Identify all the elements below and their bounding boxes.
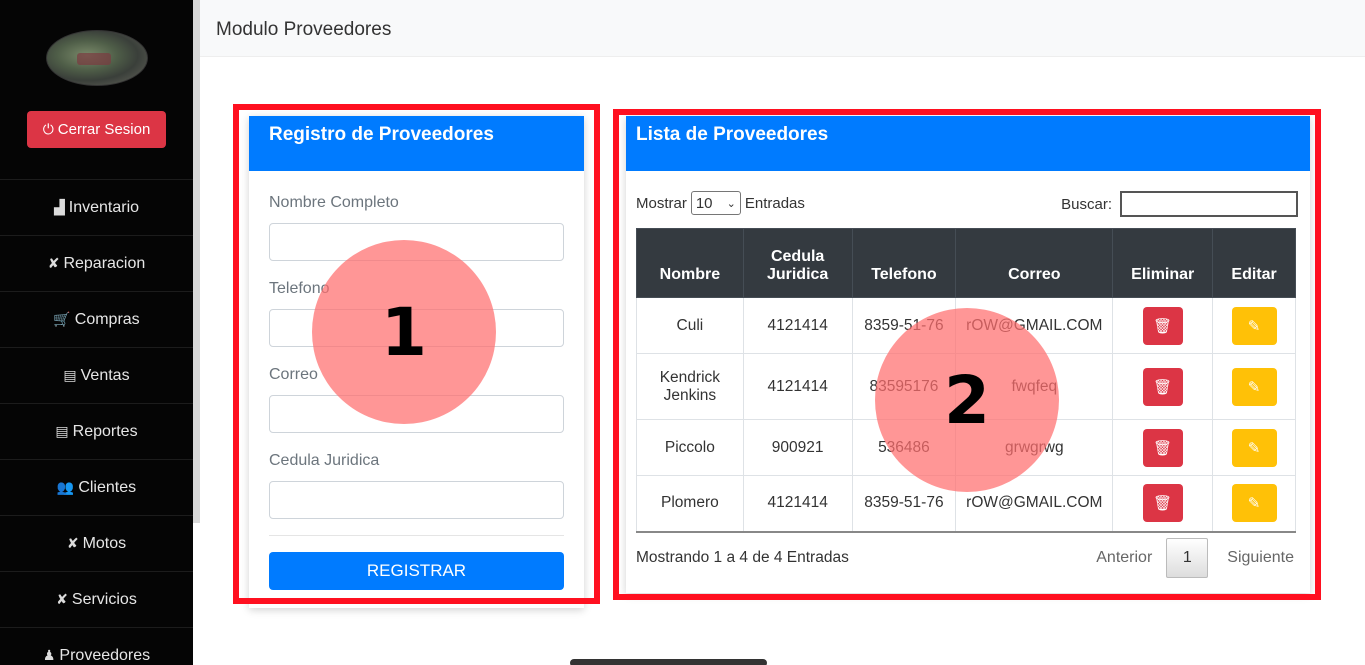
cash-register-icon: ▤: [55, 423, 69, 439]
sidebar-item-label: Inventario: [68, 198, 140, 216]
logout-label: Cerrar Sesion: [57, 121, 151, 138]
sidebar-item-label: Reparacion: [63, 254, 146, 272]
sidebar-item-proveedores[interactable]: ♟ Proveedores: [0, 627, 193, 665]
sidebar-item-inventario[interactable]: ▟ Inventario: [0, 179, 193, 235]
sidebar-item-reparacion[interactable]: ✘ Reparacion: [0, 235, 193, 291]
cart-icon: 🛒: [53, 311, 71, 327]
tools-icon: ✘: [56, 591, 68, 607]
sidebar-scrollbar[interactable]: [193, 0, 200, 523]
users-icon: 👥: [56, 479, 75, 495]
sidebar-item-ventas[interactable]: ▤ Ventas: [0, 347, 193, 403]
logo: [46, 30, 148, 86]
page-title: Modulo Proveedores: [216, 19, 392, 40]
annotation-marker-2: 2: [875, 308, 1059, 492]
sidebar-item-motos[interactable]: ✘ Motos: [0, 515, 193, 571]
sidebar-item-servicios[interactable]: ✘ Servicios: [0, 571, 193, 627]
sidebar-item-label: Ventas: [80, 366, 130, 384]
tools-icon: ✘: [66, 535, 79, 551]
sidebar-item-label: Proveedores: [59, 646, 151, 664]
sidebar: ⏻ Cerrar Sesion ▟ Inventario ✘ Reparacio…: [0, 0, 193, 665]
sidebar-item-clientes[interactable]: 👥 Clientes: [0, 459, 193, 515]
sidebar-item-label: Motos: [82, 534, 127, 552]
power-icon: ⏻: [42, 121, 54, 137]
boxes-icon: ▟: [53, 199, 65, 215]
sidebar-item-label: Servicios: [71, 590, 137, 608]
page-header: Modulo Proveedores: [200, 0, 1365, 57]
sidebar-item-label: Compras: [74, 310, 140, 328]
tools-icon: ✘: [47, 255, 60, 271]
cash-register-icon: ▤: [63, 367, 77, 383]
sidebar-item-reportes[interactable]: ▤ Reportes: [0, 403, 193, 459]
sidebar-item-label: Reportes: [72, 422, 138, 440]
user-tie-icon: ♟: [42, 647, 56, 663]
sidebar-item-label: Clientes: [78, 478, 137, 496]
logout-button[interactable]: ⏻ Cerrar Sesion: [27, 111, 166, 148]
taskbar-indicator: [570, 659, 767, 665]
annotation-marker-1: 1: [312, 240, 496, 424]
sidebar-item-compras[interactable]: 🛒 Compras: [0, 291, 193, 347]
